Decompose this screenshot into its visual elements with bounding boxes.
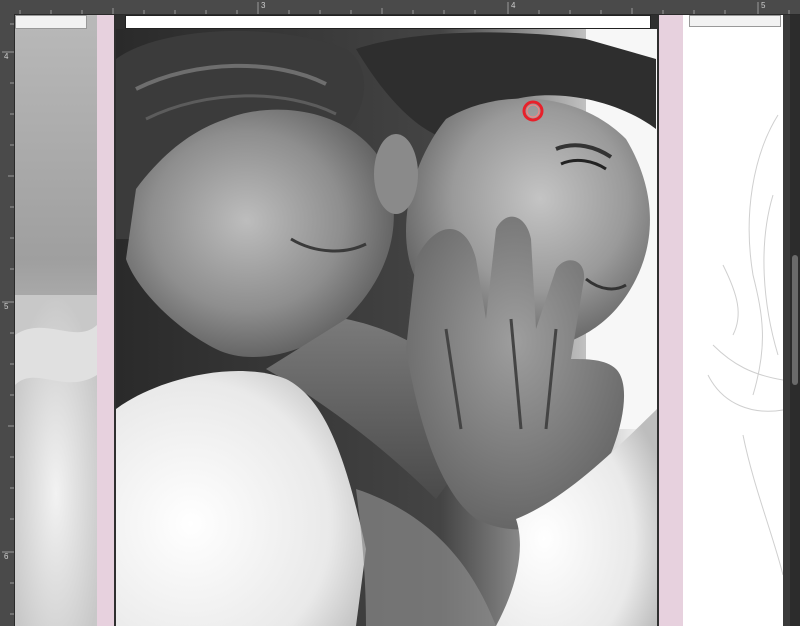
ruler-horizontal[interactable]: 3 4 5 <box>0 0 800 15</box>
page-right-sketch <box>707 114 784 576</box>
painting-canvas[interactable] <box>116 29 657 626</box>
ruler-label: 5 <box>761 1 766 10</box>
vertical-scrollbar[interactable] <box>790 15 800 626</box>
page-right-header <box>689 15 781 27</box>
ruler-label: 5 <box>4 302 9 311</box>
page-left-artwork <box>15 295 97 626</box>
main-page-header <box>125 15 651 29</box>
scrollbar-thumb[interactable] <box>792 255 798 385</box>
adjacent-page-right[interactable] <box>683 15 784 626</box>
ruler-vertical[interactable]: 4 5 6 <box>0 14 15 626</box>
ruler-label: 3 <box>261 1 266 10</box>
brush-cursor-icon <box>522 100 544 122</box>
painting-artwork <box>116 29 657 626</box>
ruler-label: 4 <box>4 52 9 61</box>
page-left-header <box>15 15 87 29</box>
bleed-strip-left <box>97 15 114 626</box>
ruler-horizontal-ticks <box>19 2 790 14</box>
bleed-strip-right <box>659 15 683 626</box>
adjacent-page-left[interactable] <box>15 15 97 626</box>
ruler-label: 4 <box>511 1 516 10</box>
ruler-label: 6 <box>4 552 9 561</box>
canvas-workspace[interactable] <box>15 15 800 626</box>
ruler-vertical-ticks <box>2 23 14 615</box>
